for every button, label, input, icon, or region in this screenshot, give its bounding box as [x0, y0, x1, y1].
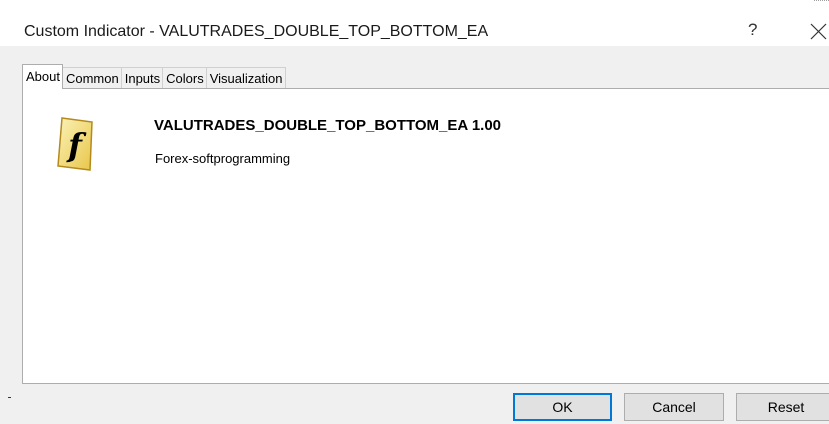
close-icon: [810, 23, 827, 40]
edge-mark: [8, 397, 11, 398]
tab-strip: About Common Inputs Colors Visualization: [22, 64, 286, 89]
window-title: Custom Indicator - VALUTRADES_DOUBLE_TOP…: [24, 23, 489, 40]
function-icon: f: [57, 117, 93, 171]
tab-inputs[interactable]: Inputs: [120, 67, 164, 89]
ok-button[interactable]: OK: [513, 393, 612, 421]
tab-visualization[interactable]: Visualization: [205, 67, 286, 89]
title-bar: Custom Indicator - VALUTRADES_DOUBLE_TOP…: [0, 0, 829, 46]
help-button[interactable]: ?: [748, 20, 757, 40]
close-button[interactable]: [798, 16, 829, 46]
cancel-button[interactable]: Cancel: [624, 393, 724, 421]
tab-common[interactable]: Common: [61, 67, 122, 89]
indicator-name: VALUTRADES_DOUBLE_TOP_BOTTOM_EA 1.00: [154, 117, 502, 134]
tab-colors[interactable]: Colors: [162, 67, 207, 89]
resize-grip: [814, 0, 829, 7]
tab-about[interactable]: About: [22, 64, 63, 89]
indicator-author: Forex-softprogramming: [155, 151, 291, 166]
reset-button[interactable]: Reset: [736, 393, 829, 421]
